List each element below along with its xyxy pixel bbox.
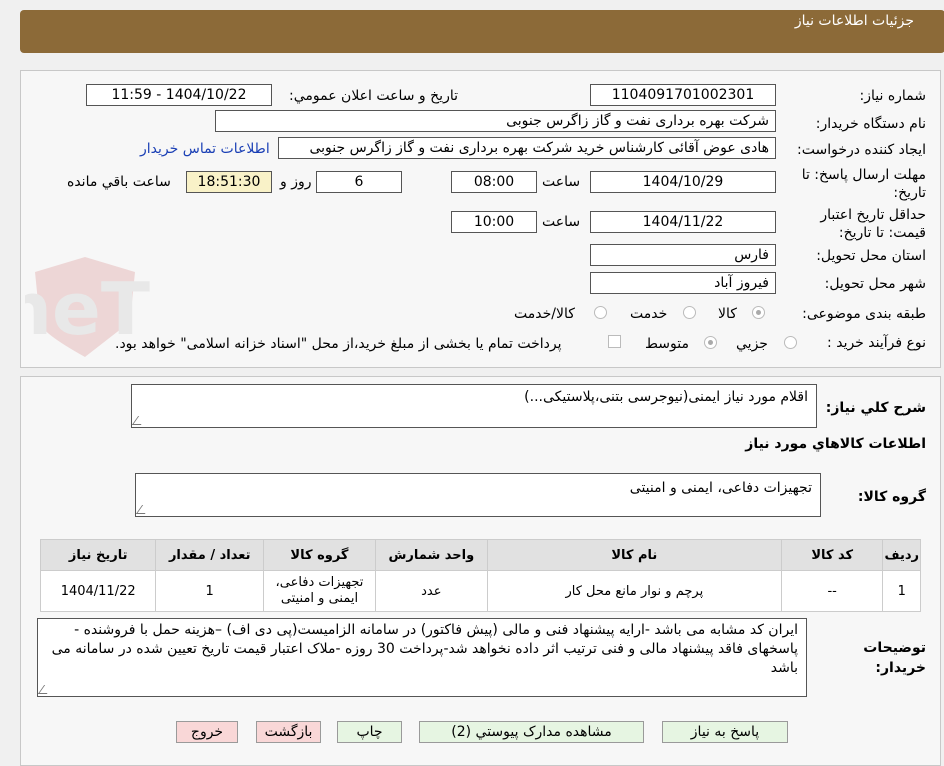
announce-datetime-field: 1404/10/22 - 11:59 [86, 84, 272, 106]
col-group: گروه کالا [263, 539, 376, 571]
treasury-checkbox[interactable] [608, 335, 621, 348]
col-name: نام کالا [486, 539, 782, 571]
requester-field: هادی عوض آقائی کارشناس خرید شرکت بهره بر… [278, 137, 776, 159]
cell-name: پرچم و نوار مانع محل کار [486, 570, 782, 612]
announce-label: تاریخ و ساعت اعلان عمومي: [289, 88, 458, 104]
category-radio-goods[interactable] [752, 306, 765, 319]
time-remaining-label: ساعت باقي مانده [67, 174, 171, 190]
purchase-option-minor: جزيي [736, 336, 768, 352]
col-unit: واحد شمارش [374, 539, 488, 571]
purchase-radio-minor[interactable] [784, 336, 797, 349]
buyer-org-field: شرکت بهره برداری نفت و گاز زاگرس جنوبی [215, 110, 776, 132]
province-label: استان محل تحويل: [816, 248, 926, 264]
deadline-time-label: ساعت [542, 174, 581, 190]
validity-time-field: 10:00 [451, 211, 537, 233]
goods-table: رديف کد کالا نام کالا واحد شمارش گروه کا… [39, 539, 921, 612]
category-option-goods: کالا [718, 306, 737, 322]
resize-grip-icon[interactable] [131, 416, 148, 425]
buyer-notes-box: ایران کد مشابه می باشد -ارایه پیشنهاد فن… [37, 618, 807, 697]
requester-label: ايجاد کننده درخواست: [797, 142, 926, 158]
province-field: فارس [590, 244, 776, 266]
goods-group-box: تجهیزات دفاعی، ایمنی و امنیتی [135, 473, 821, 517]
need-number-label: شماره نیاز: [859, 88, 927, 104]
general-description-label: شرح کلي نياز: [825, 400, 926, 416]
view-attachments-button[interactable]: مشاهده مدارک پيوستي (2) [419, 721, 644, 743]
cell-qty: 1 [155, 570, 265, 612]
goods-section-title: اطلاعات کالاهاي مورد نياز [745, 436, 926, 452]
goods-group-text: تجهیزات دفاعی، ایمنی و امنیتی [629, 480, 812, 496]
validity-date-field: 1404/11/22 [590, 211, 776, 233]
exit-button[interactable]: خروج [176, 721, 238, 743]
resize-grip-icon[interactable] [135, 505, 152, 514]
days-label: روز و [280, 174, 312, 190]
need-number-field: 1104091701002301 [590, 84, 776, 106]
purchase-option-medium: متوسط [645, 336, 689, 352]
city-field: فيروز آباد [590, 272, 776, 294]
cell-group: تجهیزات دفاعی، ایمنی و امنیتی [263, 570, 376, 612]
reply-button[interactable]: پاسخ به نياز [662, 721, 788, 743]
col-qty: تعداد / مقدار [155, 539, 265, 571]
category-radio-goods-service[interactable] [594, 306, 607, 319]
cell-row: 1 [882, 570, 921, 612]
purchase-type-label: نوع فرآيند خريد : [827, 335, 926, 351]
deadline-label: مهلت ارسال پاسخ: تا تاريخ: [801, 167, 926, 201]
buyer-contact-link[interactable]: اطلاعات تماس خريدار [140, 141, 270, 157]
cell-date: 1404/11/22 [39, 570, 157, 612]
table-header-row: رديف کد کالا نام کالا واحد شمارش گروه کا… [39, 539, 921, 571]
cell-unit: عدد [374, 570, 488, 612]
time-remaining-field: 18:51:30 [186, 171, 272, 193]
buyer-org-label: نام دستگاه خريدار: [815, 116, 926, 132]
general-description-box: اقلام مورد نیاز ایمنی(نیوجرسی بتنی،پلاست… [131, 384, 817, 428]
general-description-text: اقلام مورد نیاز ایمنی(نیوجرسی بتنی،پلاست… [524, 389, 808, 405]
city-label: شهر محل تحويل: [824, 276, 926, 292]
treasury-payment-note: پرداخت تمام يا بخشی از مبلغ خريد،از محل … [115, 336, 562, 352]
validity-time-label: ساعت [542, 214, 581, 230]
col-code: کد کالا [780, 539, 884, 571]
category-radio-service[interactable] [683, 306, 696, 319]
category-option-goods-service: کالا/خدمت [514, 306, 575, 322]
purchase-radio-medium[interactable] [704, 336, 717, 349]
page-title: جزئیات اطلاعات نیاز [794, 13, 914, 29]
category-label: طبقه بندی موضوعی: [802, 306, 926, 322]
buyer-notes-text: ایران کد مشابه می باشد -ارایه پیشنهاد فن… [51, 622, 798, 676]
print-button[interactable]: چاپ [337, 721, 402, 743]
days-remaining-field: 6 [316, 171, 402, 193]
resize-grip-icon[interactable] [37, 685, 54, 694]
goods-group-label: گروه کالا: [857, 489, 926, 505]
category-option-service: خدمت [630, 306, 668, 322]
table-row: 1 -- پرچم و نوار مانع محل کار عدد تجهیزا… [39, 570, 921, 612]
col-row: رديف [882, 539, 921, 571]
col-date: تاريخ نياز [39, 539, 157, 571]
deadline-date-field: 1404/10/29 [590, 171, 776, 193]
back-button[interactable]: بازگشت [256, 721, 321, 743]
validity-label: حداقل تاريخ اعتبار قيمت: تا تاريخ: [820, 207, 926, 241]
buyer-notes-label: توضيحات خريدار: [863, 640, 926, 676]
deadline-time-field: 08:00 [451, 171, 537, 193]
cell-code: -- [780, 570, 884, 612]
